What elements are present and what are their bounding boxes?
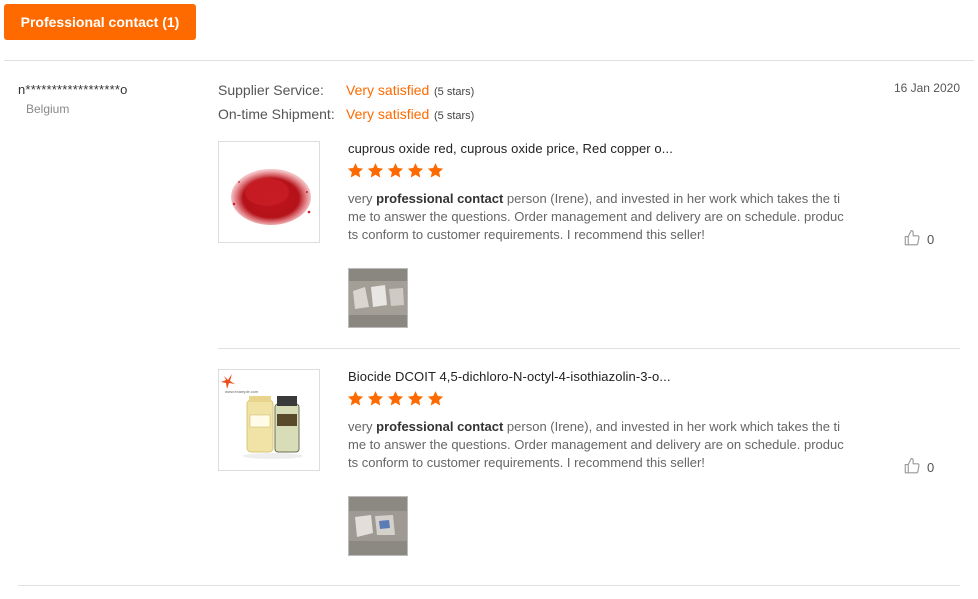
- packaging-photo[interactable]: [348, 268, 408, 328]
- like-button[interactable]: 0: [903, 457, 934, 478]
- packaging-photo[interactable]: [348, 496, 408, 556]
- star-icon: [407, 163, 424, 178]
- star-icon: [427, 163, 444, 178]
- thumbs-up-icon: [903, 229, 921, 250]
- like-count: 0: [927, 232, 935, 247]
- product-rating-stars: [347, 162, 444, 179]
- product-rating-stars: [347, 390, 444, 407]
- svg-text:www.example.com: www.example.com: [225, 389, 259, 394]
- top-divider: [4, 60, 974, 61]
- bottom-divider: [18, 585, 960, 586]
- review-text: very professional contact person (Irene)…: [348, 418, 846, 472]
- supplier-service-rating: Supplier Service: Very satisfied (5 star…: [218, 82, 474, 98]
- star-icon: [367, 163, 384, 178]
- star-icon: [367, 391, 384, 406]
- rating-label: Supplier Service:: [218, 82, 324, 98]
- ontime-shipment-rating: On-time Shipment: Very satisfied (5 star…: [218, 106, 474, 122]
- item-divider: [218, 348, 960, 349]
- review-text-pre: very: [348, 419, 377, 434]
- product-title[interactable]: cuprous oxide red, cuprous oxide price, …: [348, 141, 673, 156]
- like-button[interactable]: 0: [903, 229, 934, 250]
- rating-value: Very satisfied: [346, 106, 430, 122]
- review-text: very professional contact person (Irene)…: [348, 190, 846, 244]
- product-review-item: www.example.com Biocide DCOIT 4,5-dichlo…: [218, 369, 960, 569]
- rating-label: On-time Shipment:: [218, 106, 335, 122]
- star-icon: [347, 391, 364, 406]
- thumbs-up-icon: [903, 457, 921, 478]
- rating-stars-text: (5 stars): [434, 110, 475, 122]
- buyer-name: n******************o: [18, 82, 128, 97]
- review-text-highlight: professional contact: [376, 419, 504, 434]
- rating-stars-text: (5 stars): [434, 86, 475, 98]
- product-review-item: cuprous oxide red, cuprous oxide price, …: [218, 141, 960, 341]
- chemical-bottles-image[interactable]: www.example.com: [218, 369, 320, 471]
- product-title[interactable]: Biocide DCOIT 4,5-dichloro-N-octyl-4-iso…: [348, 369, 671, 384]
- red-powder-image[interactable]: [218, 141, 320, 243]
- review-date: 16 Jan 2020: [893, 81, 960, 95]
- star-icon: [427, 391, 444, 406]
- review-text-highlight: professional contact: [376, 191, 504, 206]
- professional-contact-filter-button[interactable]: Professional contact (1): [4, 4, 196, 40]
- review-text-pre: very: [348, 191, 377, 206]
- star-icon: [407, 391, 424, 406]
- buyer-country: Belgium: [26, 102, 70, 116]
- star-icon: [387, 391, 404, 406]
- like-count: 0: [927, 460, 935, 475]
- rating-value: Very satisfied: [346, 82, 430, 98]
- star-icon: [387, 163, 404, 178]
- star-icon: [347, 163, 364, 178]
